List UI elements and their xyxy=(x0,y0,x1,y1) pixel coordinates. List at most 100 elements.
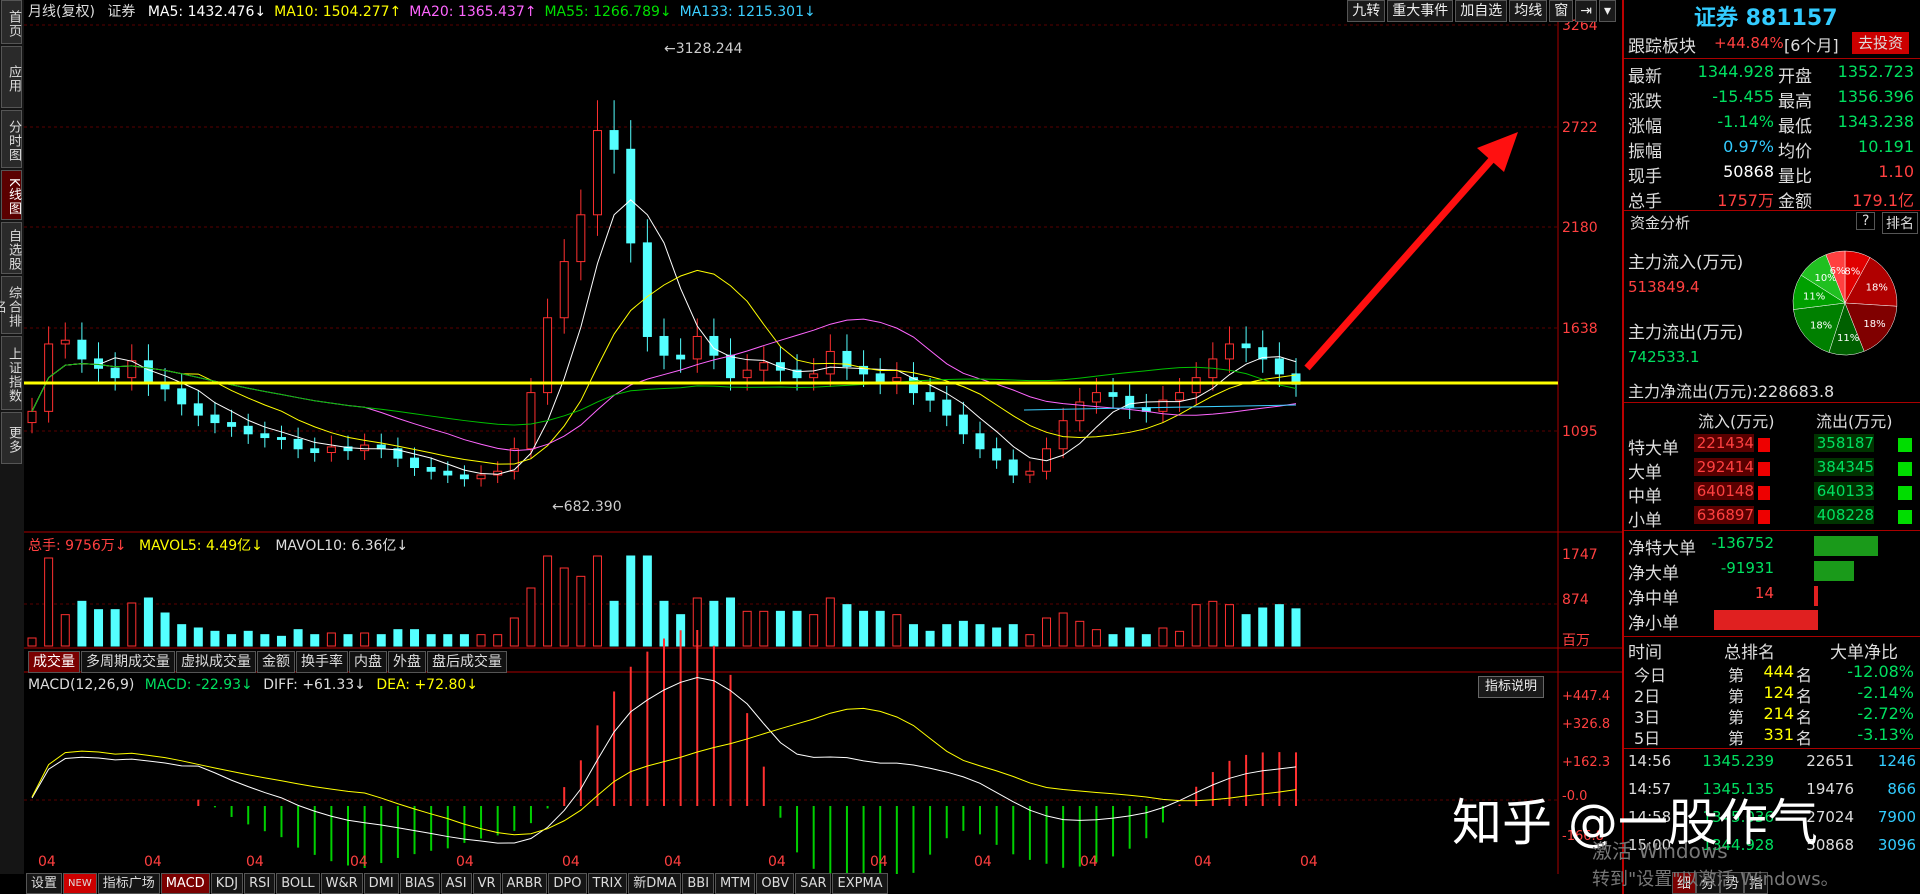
candle-body xyxy=(742,369,752,379)
help-icon[interactable]: ? xyxy=(1856,212,1876,230)
volume-bar xyxy=(792,610,802,647)
candle-body xyxy=(410,457,420,469)
tick-price: 1345.239 xyxy=(1702,752,1774,770)
indicator-tab-16[interactable]: BBI xyxy=(682,873,715,894)
indicator-tab-15[interactable]: 新DMA xyxy=(628,873,682,894)
volume-bar xyxy=(177,624,187,647)
indicator-tab-8[interactable]: DMI xyxy=(363,873,399,894)
rank-period: 5日 xyxy=(1634,729,1661,748)
nav-tab-0[interactable]: 首页 xyxy=(1,0,22,44)
nav-tab-7[interactable]: 更多 xyxy=(1,412,22,464)
sector-title: 证券 881157 xyxy=(1694,6,1838,31)
indicator-tab-0[interactable]: 设置 xyxy=(26,873,63,894)
indicator-tab-13[interactable]: DPO xyxy=(548,873,587,894)
volume-bar xyxy=(759,610,769,647)
indicator-tab-3[interactable]: MACD xyxy=(160,873,210,894)
candle-body xyxy=(77,339,87,360)
nav-tab-5[interactable]: 综合排名 xyxy=(0,276,22,334)
nav-tab-4[interactable]: 自选股 xyxy=(1,222,22,274)
volume-legend: 总手: 9756万↓ MAVOL5: 4.49亿↓ MAVOL10: 6.36亿… xyxy=(28,535,416,555)
volume-tab-4[interactable]: 换手率 xyxy=(296,651,348,673)
pie-label: 11% xyxy=(1803,292,1825,303)
volume-bar xyxy=(908,624,918,647)
net-label: 净中单 xyxy=(1628,589,1679,609)
indicator-tab-1[interactable]: NEW xyxy=(63,873,97,894)
inflow-label: 主力流入(万元) xyxy=(1628,253,1744,273)
volume-tabs: 成交量 多周期成交量 虚拟成交量 金额 换手率 内盘 外盘 盘后成交量 xyxy=(28,651,508,673)
volume-bar xyxy=(210,630,220,647)
tick-volume: 22651 xyxy=(1806,752,1854,770)
toolbar-button-3[interactable]: 均线 xyxy=(1509,0,1548,22)
indicator-tab-20[interactable]: EXPMA xyxy=(832,873,888,894)
nav-tab-2[interactable]: 分时图 xyxy=(1,110,22,168)
quote-value: 10.191 xyxy=(1858,137,1914,156)
nav-tab-3[interactable]: K线图 xyxy=(1,170,22,220)
x-tick: 04 xyxy=(562,854,580,870)
net-bar xyxy=(1814,586,1818,606)
diff-value: DIFF: +61.33↓ xyxy=(263,677,366,693)
net-label: 净大单 xyxy=(1628,564,1679,584)
volume-tab-3[interactable]: 金额 xyxy=(257,651,295,673)
indicator-tab-2[interactable]: 指标广场 xyxy=(97,873,160,894)
candle-body xyxy=(177,388,187,405)
kline-chart[interactable]: 32642722218016381095←3128.244←682.390174… xyxy=(24,0,1622,874)
candle-body xyxy=(543,317,553,394)
toolbar-button-2[interactable]: 加自选 xyxy=(1455,0,1508,22)
indicator-help-button[interactable]: 指标说明 xyxy=(1478,676,1545,698)
flow-in: 640148 xyxy=(1694,482,1754,500)
volume-tab-6[interactable]: 外盘 xyxy=(388,651,426,673)
tick-count: 1246 xyxy=(1877,752,1916,770)
volume-bar xyxy=(992,627,1002,647)
indicator-tab-9[interactable]: BIAS xyxy=(399,873,440,894)
net-outflow: 主力净流出(万元):228683.8 xyxy=(1628,382,1835,401)
x-tick: 04 xyxy=(1080,854,1098,870)
volume-bar xyxy=(476,634,486,647)
candle-body xyxy=(293,438,303,450)
sector-name: 证券 xyxy=(107,4,136,20)
volume-tab-7[interactable]: 盘后成交量 xyxy=(427,651,507,673)
toolbar-button-0[interactable]: 九转 xyxy=(1347,0,1386,22)
indicator-tab-11[interactable]: VR xyxy=(472,873,501,894)
rank-di: 第 xyxy=(1728,729,1745,748)
flow-in: 292414 xyxy=(1694,458,1754,476)
flow-label: 小单 xyxy=(1628,511,1662,531)
indicator-tab-12[interactable]: ARBR xyxy=(501,873,548,894)
toolbar-button-4[interactable]: 窗 xyxy=(1549,0,1574,22)
volume-tab-1[interactable]: 多周期成交量 xyxy=(81,651,175,673)
indicator-tab-19[interactable]: SAR xyxy=(795,873,832,894)
flow-out: 408228 xyxy=(1814,506,1874,524)
indicator-tab-18[interactable]: OBV xyxy=(756,873,795,894)
indicator-tab-17[interactable]: MTM xyxy=(715,873,756,894)
flow-in: 221434 xyxy=(1694,434,1754,452)
indicator-tab-6[interactable]: BOLL xyxy=(276,873,320,894)
indicator-tab-5[interactable]: RSI xyxy=(244,873,276,894)
windows-activate-hint: 转到"设置"以激活 Windows。 xyxy=(1592,869,1839,890)
toolbar-button-1[interactable]: 重大事件 xyxy=(1387,0,1454,22)
volume-bar xyxy=(942,624,952,647)
nav-tab-1[interactable]: 应用 xyxy=(1,46,22,108)
pie-label: 18% xyxy=(1863,319,1885,330)
volume-tab-0[interactable]: 成交量 xyxy=(28,651,80,673)
candle-body xyxy=(1274,358,1284,375)
rank-value: 124 xyxy=(1763,683,1794,702)
volume-bar xyxy=(1191,604,1201,647)
volume-tab-5[interactable]: 内盘 xyxy=(349,651,387,673)
volume-tab-2[interactable]: 虚拟成交量 xyxy=(176,651,256,673)
rank-button[interactable]: 排名 xyxy=(1882,212,1918,234)
pin-icon[interactable]: ⇥ xyxy=(1575,0,1597,22)
candle-body xyxy=(227,422,237,427)
candle-body xyxy=(958,414,968,435)
invest-button[interactable]: 去投资 xyxy=(1852,32,1910,54)
nav-tab-6[interactable]: 上证指数 xyxy=(1,336,22,410)
indicator-tab-10[interactable]: ASI xyxy=(440,873,472,894)
total-volume: 总手: 9756万↓ xyxy=(28,538,127,554)
right-panel: 证券 881157 跟踪板块 +44.84% [6个月] 去投资 最新 1344.928 开盘… xyxy=(1622,0,1920,894)
indicator-tab-7[interactable]: W&R xyxy=(320,873,363,894)
indicator-tab-14[interactable]: TRIX xyxy=(587,873,628,894)
low-annotation: ←682.390 xyxy=(552,499,622,515)
indicator-tab-4[interactable]: KDJ xyxy=(210,873,244,894)
dropdown-icon[interactable]: ▾ xyxy=(1598,0,1616,22)
divider xyxy=(1624,530,1920,531)
flow-in-bar xyxy=(1758,486,1770,500)
rank-ratio: -2.72% xyxy=(1857,704,1914,723)
